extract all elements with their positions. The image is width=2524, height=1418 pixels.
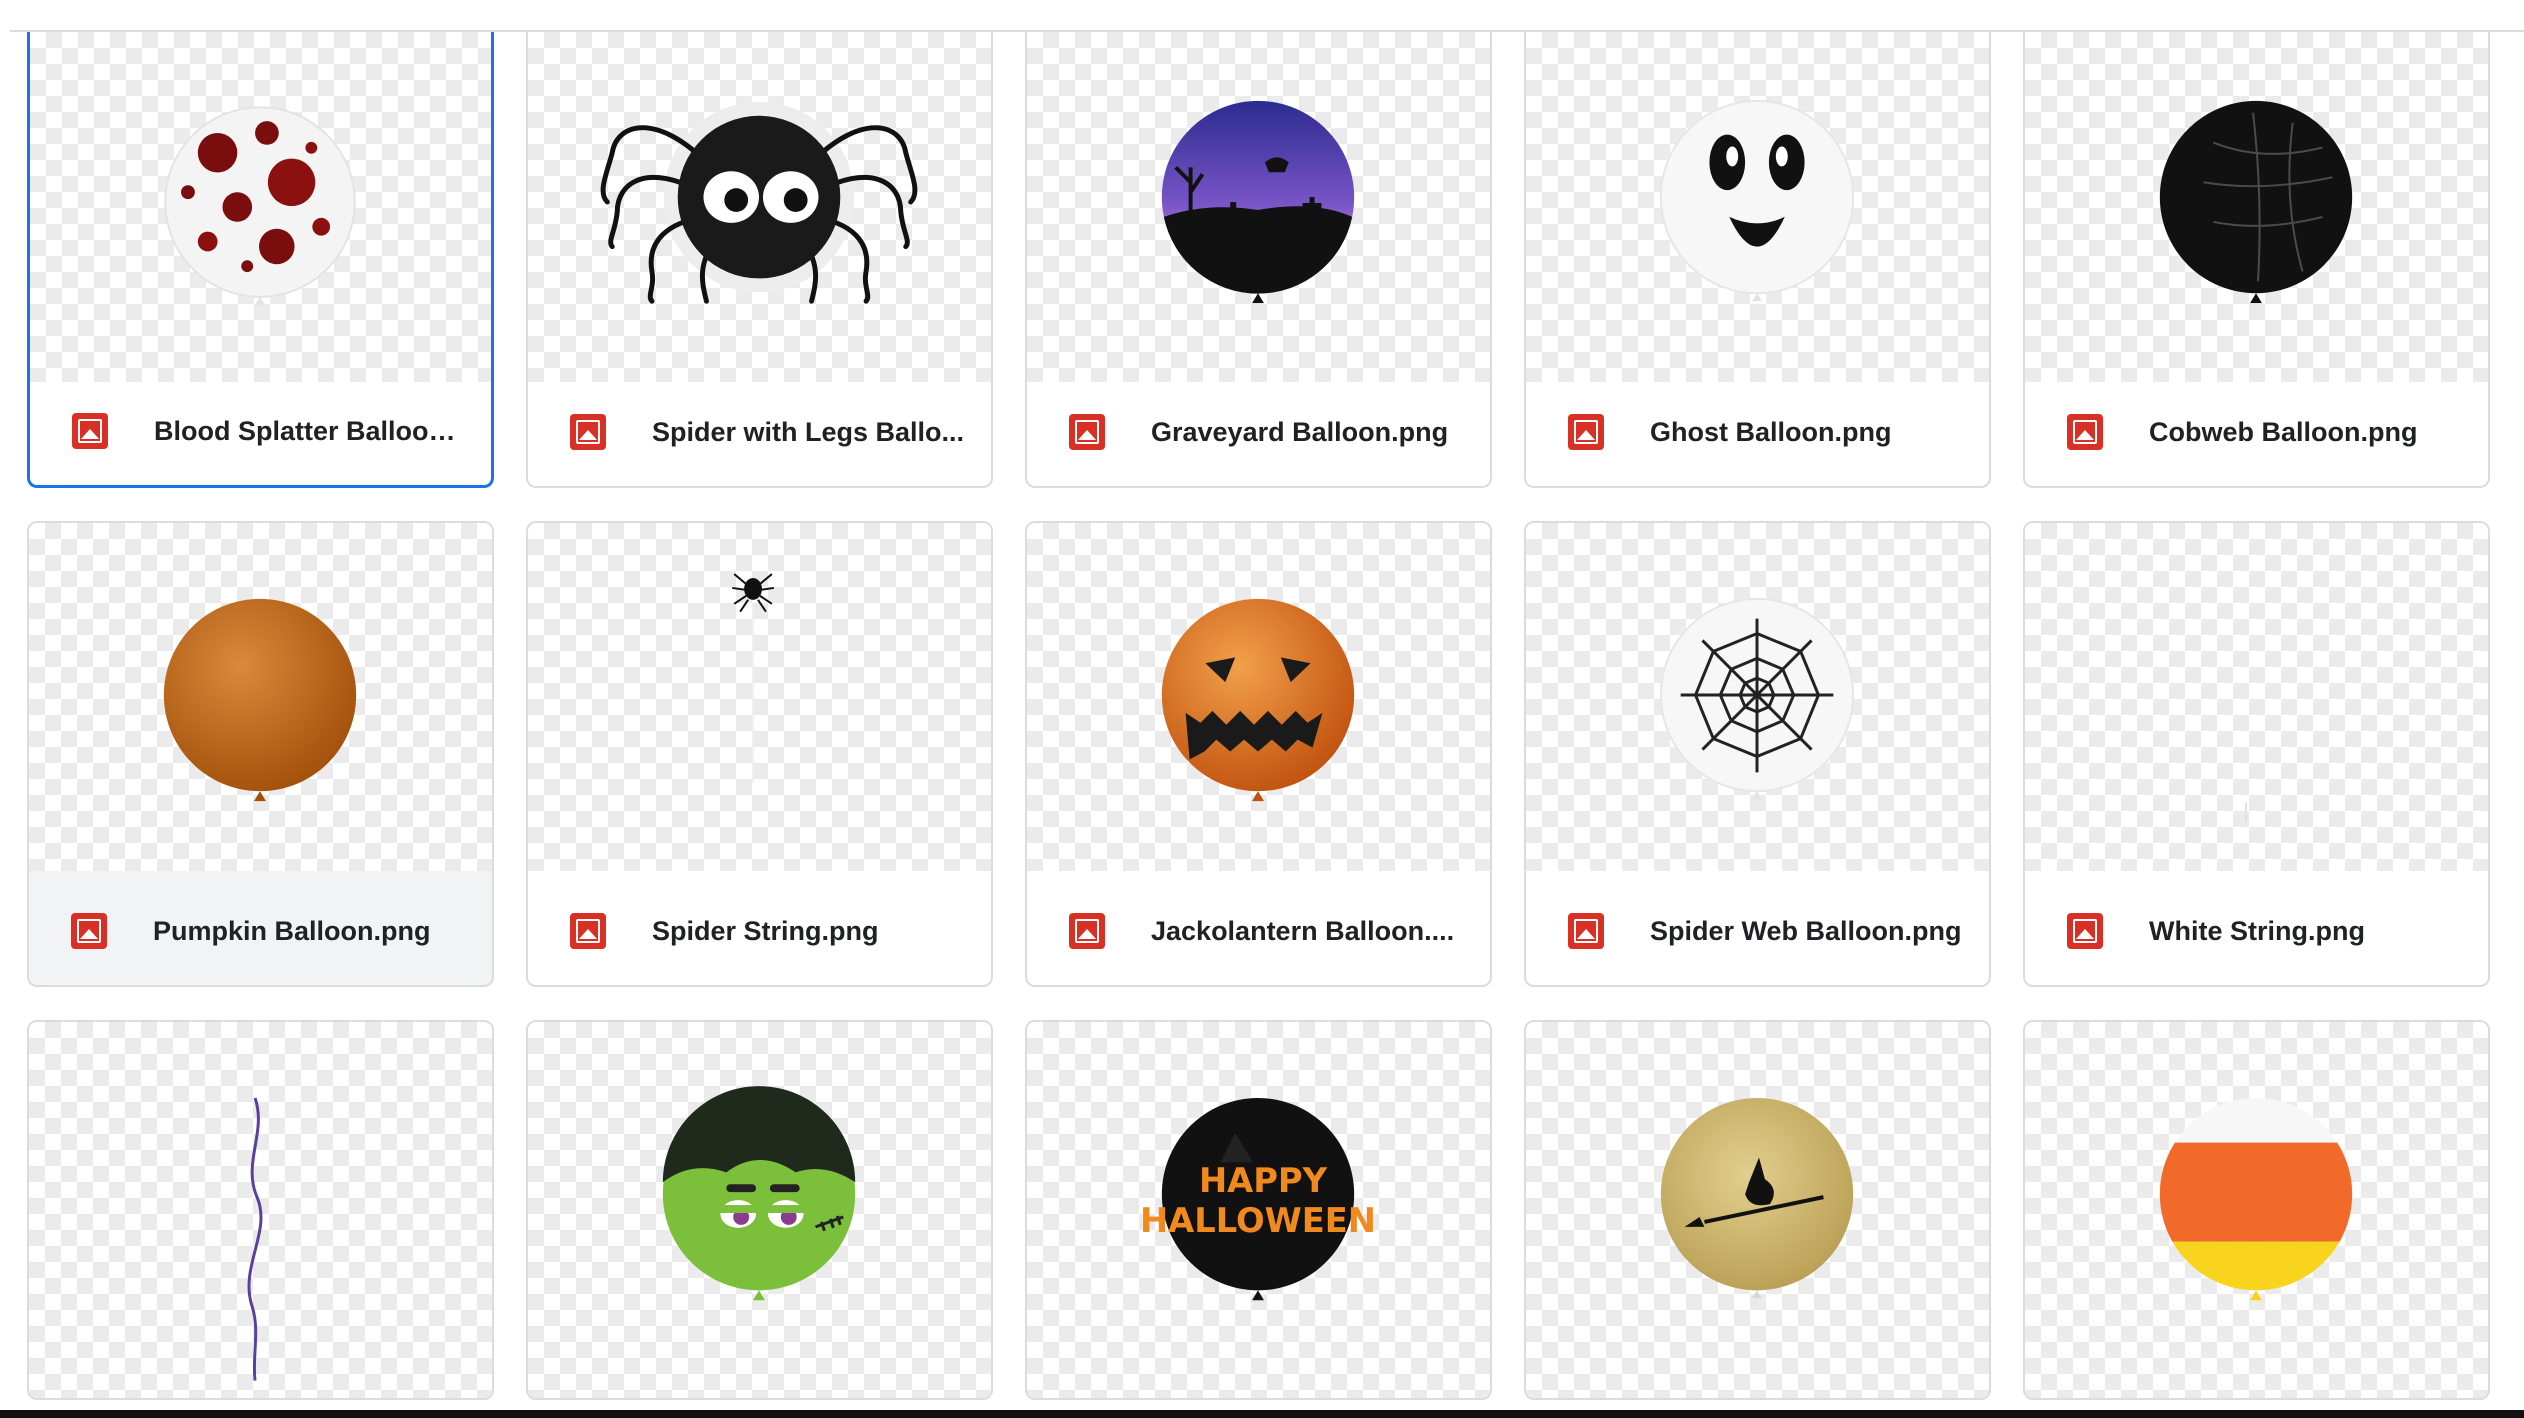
bottom-edge: [0, 1410, 2524, 1418]
file-card-witch-moon[interactable]: [1524, 1020, 1991, 1400]
file-card-spider-string[interactable]: Spider String.png: [526, 521, 993, 987]
file-thumbnail: [1526, 32, 1989, 382]
file-card-jackolantern[interactable]: Jackolantern Balloon....: [1025, 521, 1492, 987]
file-name: Jackolantern Balloon....: [1151, 915, 1455, 946]
file-thumbnail: [30, 32, 491, 382]
pumpkin-balloon-image: [163, 598, 357, 802]
file-footer: Spider Web Balloon.png: [1526, 877, 1989, 985]
file-thumbnail: [1526, 523, 1989, 871]
file-card-happy-halloween[interactable]: HAPPY HALLOWEEN: [1025, 1020, 1492, 1400]
file-name: Spider with Legs Ballo...: [652, 416, 965, 447]
file-card-cobweb[interactable]: Cobweb Balloon.png: [2023, 32, 2490, 488]
image-file-icon: [1568, 913, 1604, 949]
file-card-frankenstein[interactable]: [526, 1020, 993, 1400]
image-file-icon: [570, 913, 606, 949]
happy-halloween-balloon-image: HAPPY HALLOWEEN: [1140, 1097, 1376, 1301]
image-file-icon: [2067, 414, 2103, 450]
file-thumbnail: [2025, 1022, 2488, 1398]
file-name: White String.png: [2149, 915, 2365, 946]
file-footer: White String.png: [2025, 877, 2488, 985]
cobweb-balloon-image: [2159, 100, 2353, 304]
file-name: Spider Web Balloon.png: [1650, 915, 1962, 946]
file-card-graveyard[interactable]: Graveyard Balloon.png: [1025, 32, 1492, 488]
file-card-spider-web[interactable]: Spider Web Balloon.png: [1524, 521, 1991, 987]
file-thumbnail: [29, 1022, 492, 1398]
image-file-icon: [570, 414, 606, 450]
spider-string-image: [732, 573, 775, 783]
file-thumbnail: [29, 523, 492, 871]
file-thumbnail: [1027, 32, 1490, 382]
file-card-candy-corn[interactable]: [2023, 1020, 2490, 1400]
file-card-blood-splatter[interactable]: Blood Splatter Balloon....: [27, 32, 494, 488]
ghost-balloon-image: [1659, 99, 1855, 302]
file-thumbnail: [528, 1022, 991, 1398]
blood-splatter-balloon-image: [164, 106, 356, 305]
halloween-text: HALLOWEEN: [1140, 1201, 1376, 1240]
image-file-icon: [1069, 913, 1105, 949]
file-card-purple-string[interactable]: [27, 1020, 494, 1400]
file-footer: Cobweb Balloon.png: [2025, 378, 2488, 486]
file-thumbnail: [2025, 523, 2488, 871]
spider-web-balloon-image: [1659, 597, 1855, 800]
purple-string-image: [247, 1097, 263, 1381]
file-name: Ghost Balloon.png: [1650, 416, 1892, 447]
image-file-icon: [2067, 913, 2103, 949]
file-footer: Spider String.png: [528, 877, 991, 985]
file-name: Blood Splatter Balloon....: [154, 415, 471, 446]
file-card-white-string[interactable]: White String.png: [2023, 521, 2490, 987]
spider-with-legs-balloon-image: [600, 101, 918, 304]
image-file-icon: [1069, 414, 1105, 450]
file-footer: Pumpkin Balloon.png: [29, 877, 492, 985]
image-file-icon: [1568, 414, 1604, 450]
file-card-pumpkin[interactable]: Pumpkin Balloon.png: [27, 521, 494, 987]
white-string-image: [2245, 802, 2248, 822]
file-thumbnail: HAPPY HALLOWEEN: [1027, 1022, 1490, 1398]
file-card-ghost[interactable]: Ghost Balloon.png: [1524, 32, 1991, 488]
file-footer: Blood Splatter Balloon....: [30, 377, 491, 485]
file-footer: Spider with Legs Ballo...: [528, 378, 991, 486]
file-thumbnail: [528, 32, 991, 382]
frankenstein-balloon-image: [662, 1086, 856, 1301]
file-name: Graveyard Balloon.png: [1151, 416, 1449, 447]
file-thumbnail: [1027, 523, 1490, 871]
candy-corn-balloon-image: [2159, 1097, 2353, 1301]
file-name: Cobweb Balloon.png: [2149, 416, 2418, 447]
file-grid: Blood Splatter Balloon.... Spider with L…: [27, 32, 2492, 1400]
file-footer: Ghost Balloon.png: [1526, 378, 1989, 486]
file-thumbnail: [528, 523, 991, 871]
file-footer: Graveyard Balloon.png: [1027, 378, 1490, 486]
file-card-spider-with-legs[interactable]: Spider with Legs Ballo...: [526, 32, 993, 488]
jackolantern-balloon-image: [1161, 598, 1355, 802]
graveyard-balloon-image: [1161, 100, 1355, 304]
file-name: Pumpkin Balloon.png: [153, 915, 431, 946]
file-thumbnail: [1526, 1022, 1989, 1398]
happy-text: HAPPY: [1199, 1161, 1328, 1200]
file-footer: Jackolantern Balloon....: [1027, 877, 1490, 985]
image-file-icon: [71, 913, 107, 949]
file-thumbnail: [2025, 32, 2488, 382]
witch-moon-balloon-image: [1660, 1097, 1854, 1299]
image-file-icon: [72, 413, 108, 449]
file-name: Spider String.png: [652, 915, 879, 946]
